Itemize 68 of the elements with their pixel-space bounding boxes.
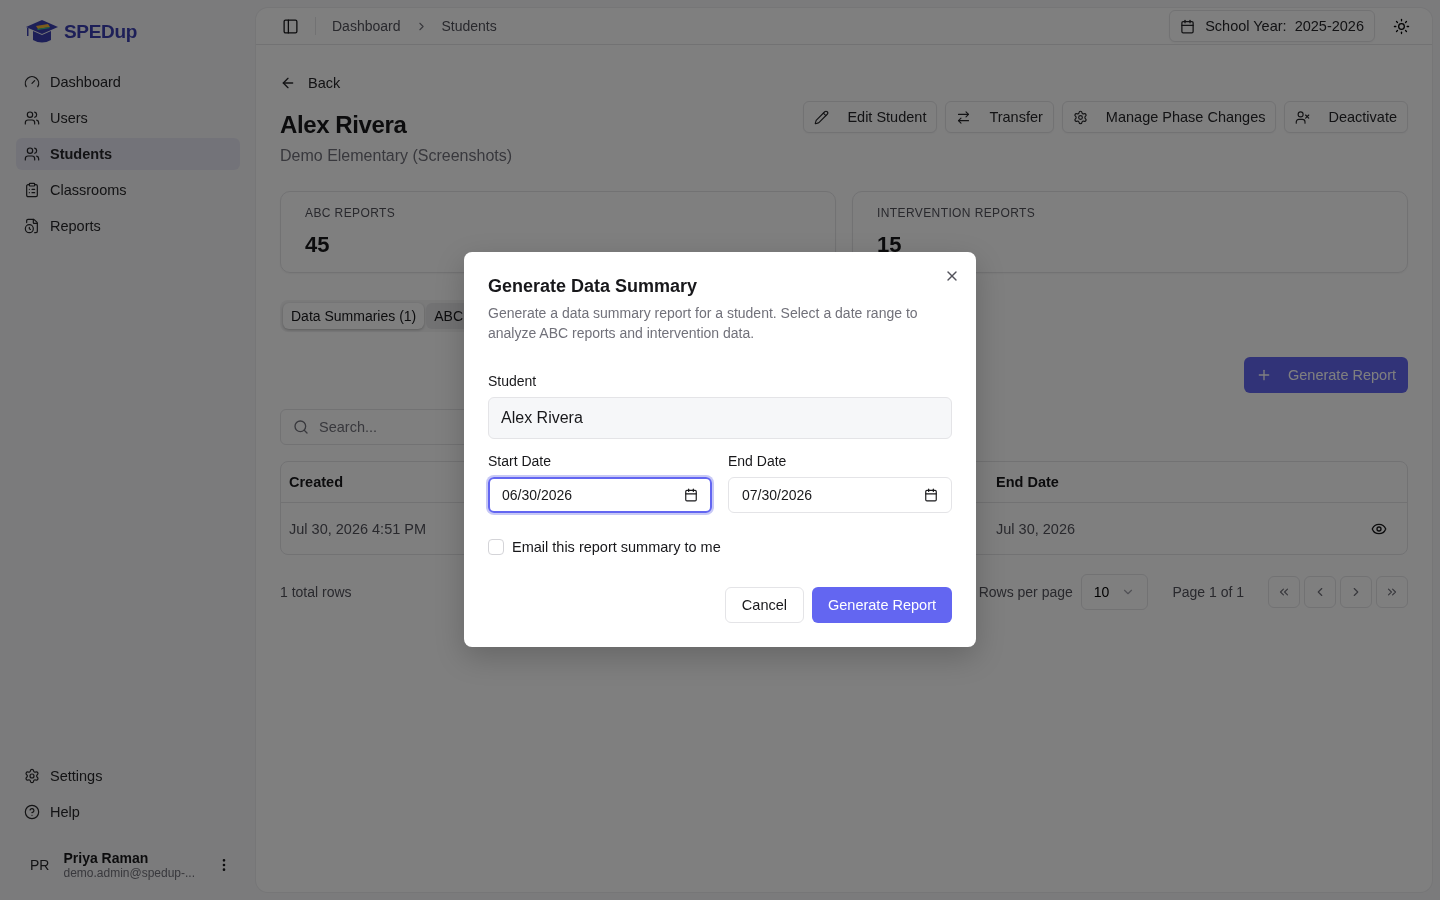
back-link[interactable]: Back bbox=[280, 75, 1408, 91]
users-icon bbox=[24, 146, 40, 162]
arrow-left-icon bbox=[280, 75, 296, 91]
field-label: End Date bbox=[728, 453, 788, 469]
row-count: 1 total rows bbox=[280, 584, 352, 600]
checkbox-label: Email this report summary to me bbox=[512, 539, 721, 555]
action-button[interactable]: Edit Student bbox=[803, 101, 938, 133]
tab[interactable]: Data Summaries (1) bbox=[283, 303, 425, 329]
field-label: Start Date bbox=[488, 453, 553, 469]
settings-icon bbox=[1072, 109, 1088, 125]
help-icon bbox=[24, 804, 40, 820]
generate-report-button[interactable]: Generate Report bbox=[1244, 357, 1408, 393]
calendar-icon bbox=[684, 488, 698, 502]
sun-icon bbox=[1393, 17, 1410, 35]
breadcrumb-link[interactable]: Students bbox=[441, 18, 497, 34]
action-button[interactable]: Transfer bbox=[945, 101, 1054, 133]
double-chevron-left-icon bbox=[1277, 585, 1291, 599]
sidebar-item[interactable]: Users bbox=[16, 102, 240, 134]
action-button[interactable]: Manage Phase Changes bbox=[1061, 101, 1277, 133]
gauge-icon bbox=[24, 74, 40, 90]
double-chevron-right-icon bbox=[1385, 585, 1399, 599]
transfer-icon bbox=[956, 109, 972, 125]
student-field[interactable]: Alex Rivera bbox=[488, 397, 952, 439]
cancel-button[interactable]: Cancel bbox=[724, 587, 804, 623]
sidebar-item[interactable]: Dashboard bbox=[16, 66, 240, 98]
column-header: End Date bbox=[995, 474, 1060, 490]
stat-label: ABC REPORTS bbox=[305, 206, 397, 220]
calendar-icon bbox=[924, 488, 938, 502]
student-name: Alex Rivera bbox=[280, 111, 408, 139]
user-off-icon bbox=[1295, 109, 1311, 125]
sidebar-item[interactable]: Classrooms bbox=[16, 174, 240, 206]
user-email: demo.admin@spedup-... bbox=[63, 866, 197, 880]
table-cell: Jul 30, 2026 bbox=[996, 520, 1075, 537]
search-icon bbox=[293, 419, 309, 435]
generate-report-button[interactable]: Generate Report bbox=[812, 587, 952, 623]
dialog-description: Generate a data summary report for a student. Select a date range to analyze ABC reports and intervention data. bbox=[488, 304, 919, 343]
date-field[interactable]: 07/30/2026 bbox=[728, 477, 952, 513]
date-field[interactable]: 06/30/2026 bbox=[488, 477, 712, 513]
checkbox[interactable] bbox=[488, 539, 504, 555]
field-label: Student bbox=[488, 373, 538, 389]
action-button[interactable]: Deactivate bbox=[1284, 101, 1408, 133]
pencil-icon bbox=[814, 109, 830, 125]
school-name: Demo Elementary (Screenshots) bbox=[280, 147, 513, 165]
sidebar-item[interactable]: Settings bbox=[16, 760, 240, 792]
logo-text: SPEDup bbox=[64, 21, 138, 43]
rows-per-page-select[interactable]: 10 bbox=[1080, 574, 1149, 610]
settings-icon bbox=[24, 768, 40, 784]
school-year-button[interactable]: School Year: 2025-2026 bbox=[1169, 10, 1375, 42]
dialog-title: Generate Data Summary bbox=[488, 276, 699, 297]
user-name: Priya Raman bbox=[63, 850, 150, 866]
stat-value: 45 bbox=[305, 232, 331, 258]
column-header: Created bbox=[288, 474, 344, 490]
rows-per-page-label: Rows per page bbox=[978, 584, 1073, 600]
clipboard-icon bbox=[24, 182, 40, 198]
breadcrumb-link[interactable]: Dashboard bbox=[332, 18, 401, 34]
sidebar-item[interactable]: Students bbox=[16, 138, 240, 170]
table-cell: Jul 30, 2026 4:51 PM bbox=[289, 520, 427, 537]
users-icon bbox=[24, 110, 40, 126]
page-indicator: Page 1 of 1 bbox=[1172, 584, 1244, 600]
sidebar-item[interactable]: Reports bbox=[16, 210, 240, 242]
sidebar-item[interactable]: Help bbox=[16, 796, 240, 828]
stat-value: 15 bbox=[877, 232, 903, 258]
report-icon bbox=[24, 218, 40, 234]
stat-label: INTERVENTION REPORTS bbox=[877, 206, 1037, 220]
sidebar-toggle-icon[interactable] bbox=[282, 17, 299, 35]
calendar-icon bbox=[1180, 18, 1196, 34]
user-avatar: PR bbox=[30, 857, 50, 873]
plus-icon bbox=[1256, 367, 1272, 383]
